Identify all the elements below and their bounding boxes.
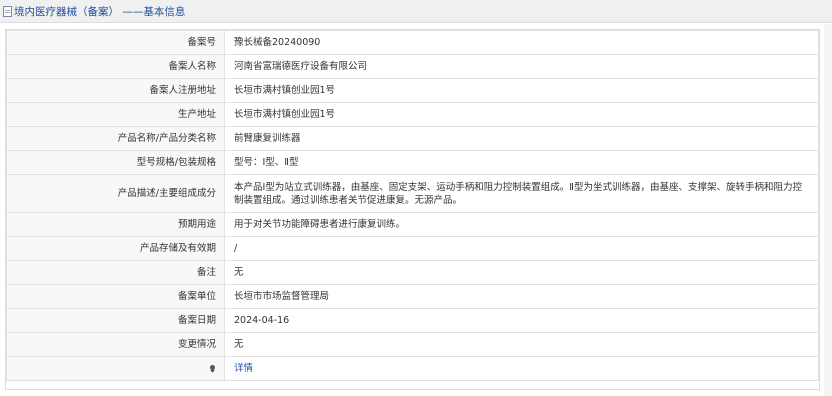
detail-link[interactable]: 详情	[234, 363, 253, 374]
row-value: 无	[224, 260, 819, 285]
table-row: 型号规格/包装规格 型号：Ⅰ型、Ⅱ型	[6, 150, 819, 175]
row-label: 预期用途	[6, 212, 225, 237]
row-value: 长垣市满村镇创业园1号	[224, 102, 819, 127]
row-value: 豫长械备20240090	[224, 30, 819, 55]
row-label: 产品名称/产品分类名称	[6, 126, 225, 151]
row-value: 河南省富瑞德医疗设备有限公司	[224, 54, 819, 79]
row-value: /	[224, 236, 819, 261]
row-label: 产品描述/主要组成成分	[6, 174, 225, 213]
info-table: 备案号 豫长械备20240090 备案人名称 河南省富瑞德医疗设备有限公司 备案…	[6, 30, 819, 381]
row-label: 变更情况	[6, 332, 225, 357]
row-value: 用于对关节功能障碍患者进行康复训练。	[224, 212, 819, 237]
row-value: 本产品Ⅰ型为站立式训练器，由基座、固定支架、运动手柄和阻力控制装置组成。Ⅱ型为坐…	[224, 174, 819, 213]
table-row: 备注 无	[6, 260, 819, 285]
row-value: 2024-04-16	[224, 308, 819, 333]
row-value: 详情	[224, 356, 819, 381]
row-label: 备案号	[6, 30, 225, 55]
row-label: 备注	[6, 260, 225, 285]
row-label	[6, 356, 225, 381]
scrollbar[interactable]	[824, 24, 832, 396]
document-icon	[3, 5, 12, 17]
table-row: 备案单位 长垣市市场监督管理局	[6, 284, 819, 309]
table-row: 备案日期 2024-04-16	[6, 308, 819, 333]
table-row: 产品描述/主要组成成分 本产品Ⅰ型为站立式训练器，由基座、固定支架、运动手柄和阻…	[6, 174, 819, 213]
row-label: 生产地址	[6, 102, 225, 127]
row-value: 型号：Ⅰ型、Ⅱ型	[224, 150, 819, 175]
pin-icon	[210, 365, 215, 370]
row-value: 无	[224, 332, 819, 357]
row-value: 长垣市市场监督管理局	[224, 284, 819, 309]
info-panel: 备案号 豫长械备20240090 备案人名称 河南省富瑞德医疗设备有限公司 备案…	[5, 29, 820, 390]
row-value: 前臂康复训练器	[224, 126, 819, 151]
table-row: 备案人名称 河南省富瑞德医疗设备有限公司	[6, 54, 819, 79]
table-row: 产品名称/产品分类名称 前臂康复训练器	[6, 126, 819, 151]
table-row: 生产地址 长垣市满村镇创业园1号	[6, 102, 819, 127]
row-label: 型号规格/包装规格	[6, 150, 225, 175]
table-row: 备案号 豫长械备20240090	[6, 30, 819, 55]
row-label: 备案日期	[6, 308, 225, 333]
row-label: 备案人注册地址	[6, 78, 225, 103]
table-row: 预期用途 用于对关节功能障碍患者进行康复训练。	[6, 212, 819, 237]
row-value: 长垣市满村镇创业园1号	[224, 78, 819, 103]
row-label: 产品存储及有效期	[6, 236, 225, 261]
table-row: 详情	[6, 356, 819, 381]
table-row: 备案人注册地址 长垣市满村镇创业园1号	[6, 78, 819, 103]
table-row: 变更情况 无	[6, 332, 819, 357]
page-title: 境内医疗器械（备案） ——基本信息	[14, 5, 186, 18]
page-header: 境内医疗器械（备案） ——基本信息	[0, 0, 832, 23]
row-label: 备案单位	[6, 284, 225, 309]
table-row: 产品存储及有效期 /	[6, 236, 819, 261]
row-label: 备案人名称	[6, 54, 225, 79]
